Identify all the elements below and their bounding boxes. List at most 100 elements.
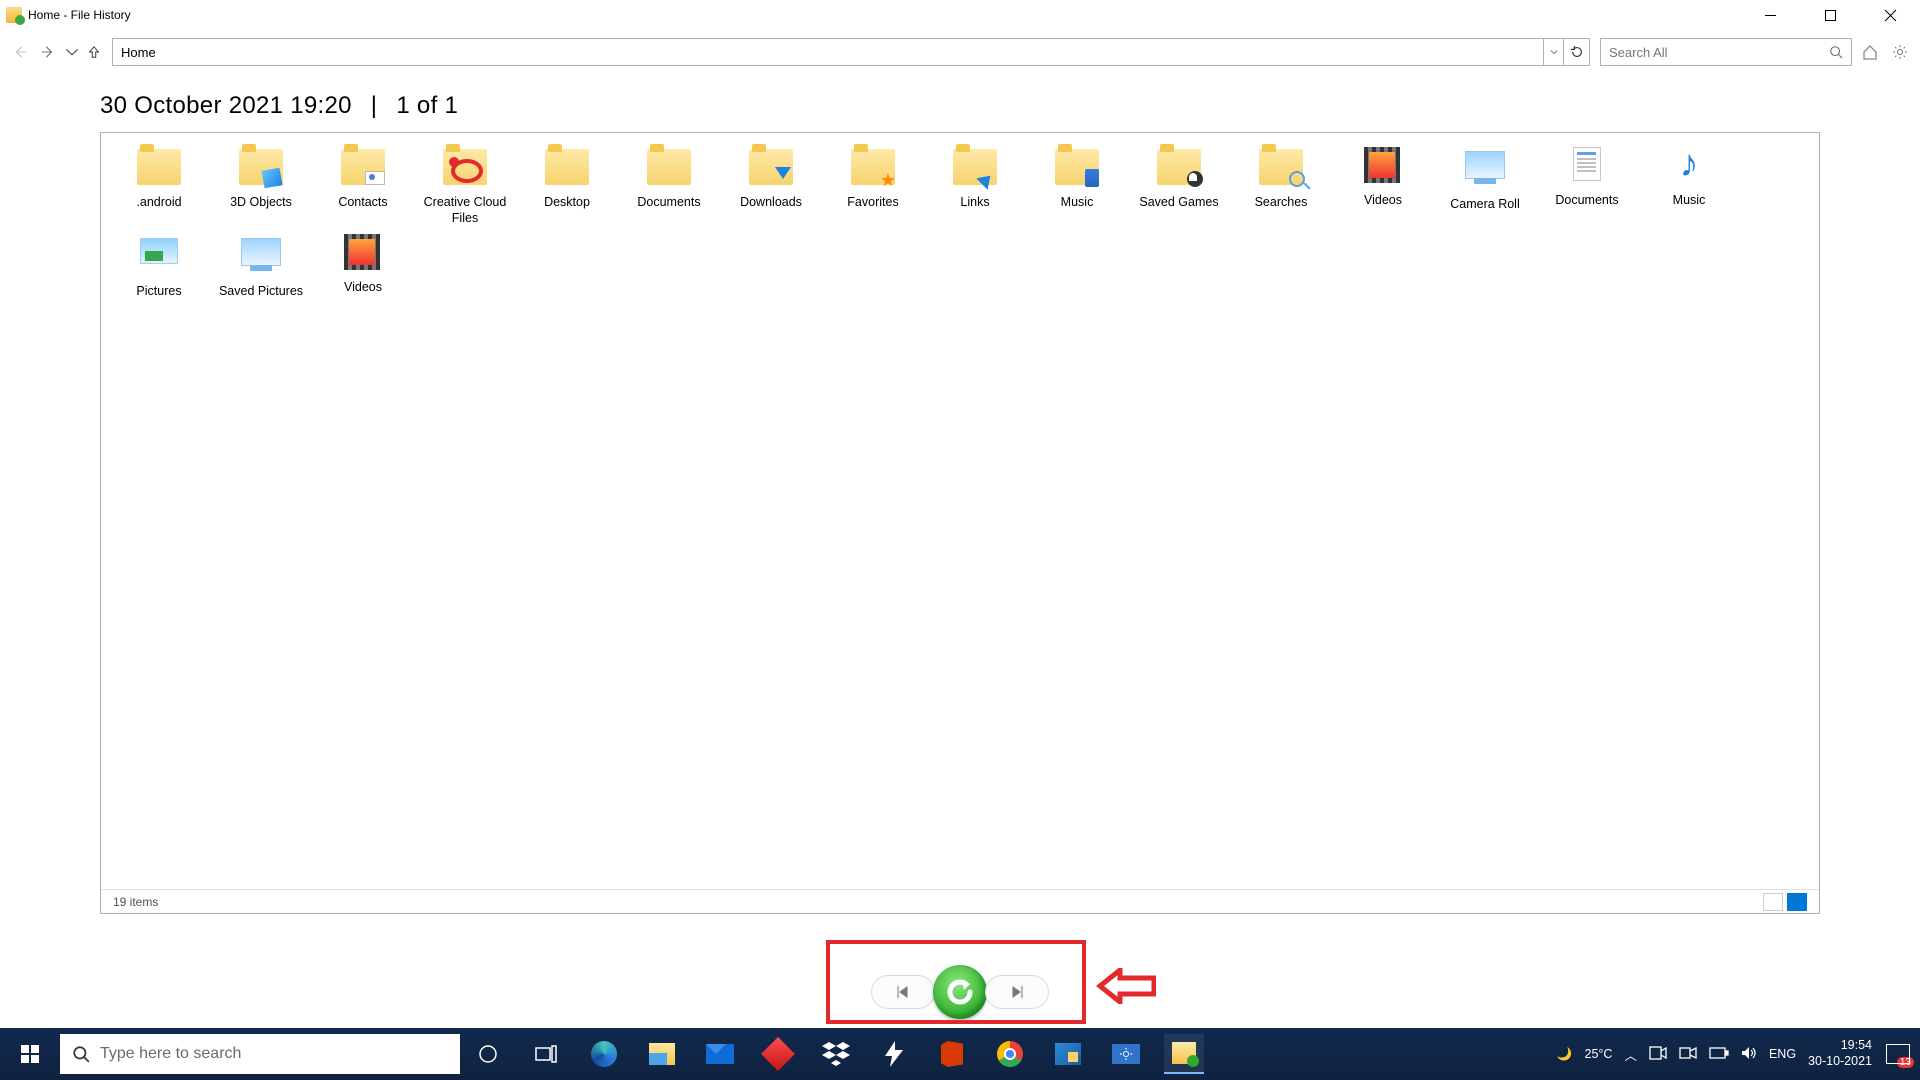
folder-item[interactable]: Camera Roll bbox=[1437, 143, 1533, 226]
folder-icon bbox=[950, 149, 1000, 191]
status-bar: 19 items bbox=[101, 889, 1819, 913]
taskbar-app-chrome[interactable] bbox=[990, 1034, 1030, 1074]
window-controls bbox=[1740, 0, 1920, 30]
folder-label: Videos bbox=[315, 280, 411, 296]
taskbar-app-office[interactable] bbox=[932, 1034, 972, 1074]
tray-clock[interactable]: 19:54 30-10-2021 bbox=[1808, 1038, 1872, 1069]
folder-icon bbox=[134, 149, 184, 191]
tray-volume-icon[interactable] bbox=[1741, 1046, 1757, 1063]
folder-label: 3D Objects bbox=[213, 195, 309, 211]
taskbar-app-dropbox[interactable] bbox=[816, 1034, 856, 1074]
address-dropdown-button[interactable] bbox=[1543, 39, 1563, 65]
taskbar-app-settings[interactable] bbox=[1106, 1034, 1146, 1074]
folder-item[interactable]: .android bbox=[111, 143, 207, 226]
up-button[interactable] bbox=[84, 40, 104, 64]
action-center-badge: 13 bbox=[1897, 1057, 1914, 1068]
folder-item[interactable]: Links bbox=[927, 143, 1023, 226]
folder-icon bbox=[746, 149, 796, 191]
address-input[interactable] bbox=[113, 39, 1543, 65]
taskbar-app-edge[interactable] bbox=[584, 1034, 624, 1074]
folder-item[interactable]: Desktop bbox=[519, 143, 615, 226]
tray-battery-icon[interactable] bbox=[1709, 1047, 1729, 1062]
icons-view-button[interactable] bbox=[1787, 893, 1807, 911]
home-icon[interactable] bbox=[1858, 40, 1882, 64]
taskbar-app-photos[interactable] bbox=[1048, 1034, 1088, 1074]
action-center-button[interactable]: 13 bbox=[1884, 1034, 1912, 1074]
window-title: Home - File History bbox=[28, 8, 131, 22]
file-history-icon bbox=[6, 7, 22, 23]
folder-icon bbox=[440, 149, 490, 191]
folder-item[interactable]: Creative Cloud Files bbox=[417, 143, 513, 226]
library-icon: ♪ bbox=[1664, 147, 1714, 189]
history-dropdown[interactable] bbox=[64, 40, 80, 64]
folder-item[interactable]: ♪ Music bbox=[1641, 143, 1737, 226]
taskbar-app-explorer[interactable] bbox=[642, 1034, 682, 1074]
folder-item[interactable]: Videos bbox=[315, 230, 411, 300]
taskbar-app-file-history[interactable] bbox=[1164, 1034, 1204, 1074]
refresh-button[interactable] bbox=[1563, 39, 1589, 65]
folder-item[interactable]: 3D Objects bbox=[213, 143, 309, 226]
search-icon[interactable] bbox=[1821, 45, 1851, 59]
forward-button[interactable] bbox=[36, 40, 60, 64]
items-grid: .android 3D Objects Contacts Creative Cloud… bbox=[101, 133, 1819, 310]
next-version-button[interactable] bbox=[985, 975, 1049, 1009]
tray-show-hidden-icon[interactable]: ︿ bbox=[1624, 1045, 1637, 1064]
taskbar-app-bolt[interactable] bbox=[874, 1034, 914, 1074]
address-bar[interactable] bbox=[112, 38, 1590, 66]
taskbar-search-placeholder: Type here to search bbox=[100, 1045, 241, 1063]
close-button[interactable] bbox=[1860, 0, 1920, 30]
start-button[interactable] bbox=[0, 1028, 60, 1080]
folder-label: Downloads bbox=[723, 195, 819, 211]
search-bar[interactable] bbox=[1600, 38, 1852, 66]
restore-button[interactable] bbox=[933, 965, 987, 1019]
folder-item[interactable]: Documents bbox=[1539, 143, 1635, 226]
maximize-button[interactable] bbox=[1800, 0, 1860, 30]
taskbar-search[interactable]: Type here to search bbox=[60, 1034, 460, 1074]
folder-label: Documents bbox=[621, 195, 717, 211]
navigation-bar bbox=[0, 36, 1920, 68]
minimize-button[interactable] bbox=[1740, 0, 1800, 30]
details-view-button[interactable] bbox=[1763, 893, 1783, 911]
search-icon bbox=[72, 1045, 90, 1063]
library-icon bbox=[1562, 147, 1612, 189]
taskbar-app-red[interactable] bbox=[758, 1034, 798, 1074]
folder-item[interactable]: Searches bbox=[1233, 143, 1329, 226]
file-pane: .android 3D Objects Contacts Creative Cloud… bbox=[100, 132, 1820, 914]
folder-item[interactable]: ★Favorites bbox=[825, 143, 921, 226]
folder-item[interactable]: Documents bbox=[621, 143, 717, 226]
folder-icon bbox=[644, 149, 694, 191]
folder-label: Contacts bbox=[315, 195, 411, 211]
settings-gear-icon[interactable] bbox=[1888, 40, 1912, 64]
library-icon bbox=[134, 238, 184, 280]
folder-item[interactable]: Saved Games bbox=[1131, 143, 1227, 226]
previous-version-button[interactable] bbox=[871, 975, 935, 1009]
annotation-arrow-icon bbox=[1096, 968, 1156, 1004]
tray-language[interactable]: ENG bbox=[1769, 1047, 1796, 1061]
folder-label: Desktop bbox=[519, 195, 615, 211]
folder-item[interactable]: Pictures bbox=[111, 230, 207, 300]
tray-meet-now-icon[interactable] bbox=[1649, 1046, 1667, 1063]
folder-item[interactable]: Downloads bbox=[723, 143, 819, 226]
tray-time: 19:54 bbox=[1808, 1038, 1872, 1054]
weather-temp[interactable]: 25°C bbox=[1585, 1047, 1613, 1061]
item-count: 19 items bbox=[113, 895, 158, 909]
weather-icon[interactable]: 🌙 bbox=[1557, 1047, 1573, 1062]
folder-label: Music bbox=[1641, 193, 1737, 209]
folder-item[interactable]: Saved Pictures bbox=[213, 230, 309, 300]
cortana-button[interactable] bbox=[468, 1034, 508, 1074]
search-input[interactable] bbox=[1601, 45, 1821, 60]
backup-pager: 1 of 1 bbox=[396, 92, 458, 119]
restore-controls bbox=[871, 965, 1049, 1019]
folder-item[interactable]: Music bbox=[1029, 143, 1125, 226]
backup-heading: 30 October 2021 19:20 | 1 of 1 bbox=[100, 92, 1820, 120]
task-view-button[interactable] bbox=[526, 1034, 566, 1074]
library-icon bbox=[1358, 147, 1408, 189]
heading-separator: | bbox=[371, 92, 378, 119]
folder-label: Music bbox=[1029, 195, 1125, 211]
back-button[interactable] bbox=[8, 40, 32, 64]
taskbar-app-mail[interactable] bbox=[700, 1034, 740, 1074]
folder-item[interactable]: Contacts bbox=[315, 143, 411, 226]
taskbar: Type here to search 🌙 25°C ︿ ENG 19:54 3… bbox=[0, 1028, 1920, 1080]
tray-onedrive-icon[interactable] bbox=[1679, 1046, 1697, 1063]
folder-item[interactable]: Videos bbox=[1335, 143, 1431, 226]
